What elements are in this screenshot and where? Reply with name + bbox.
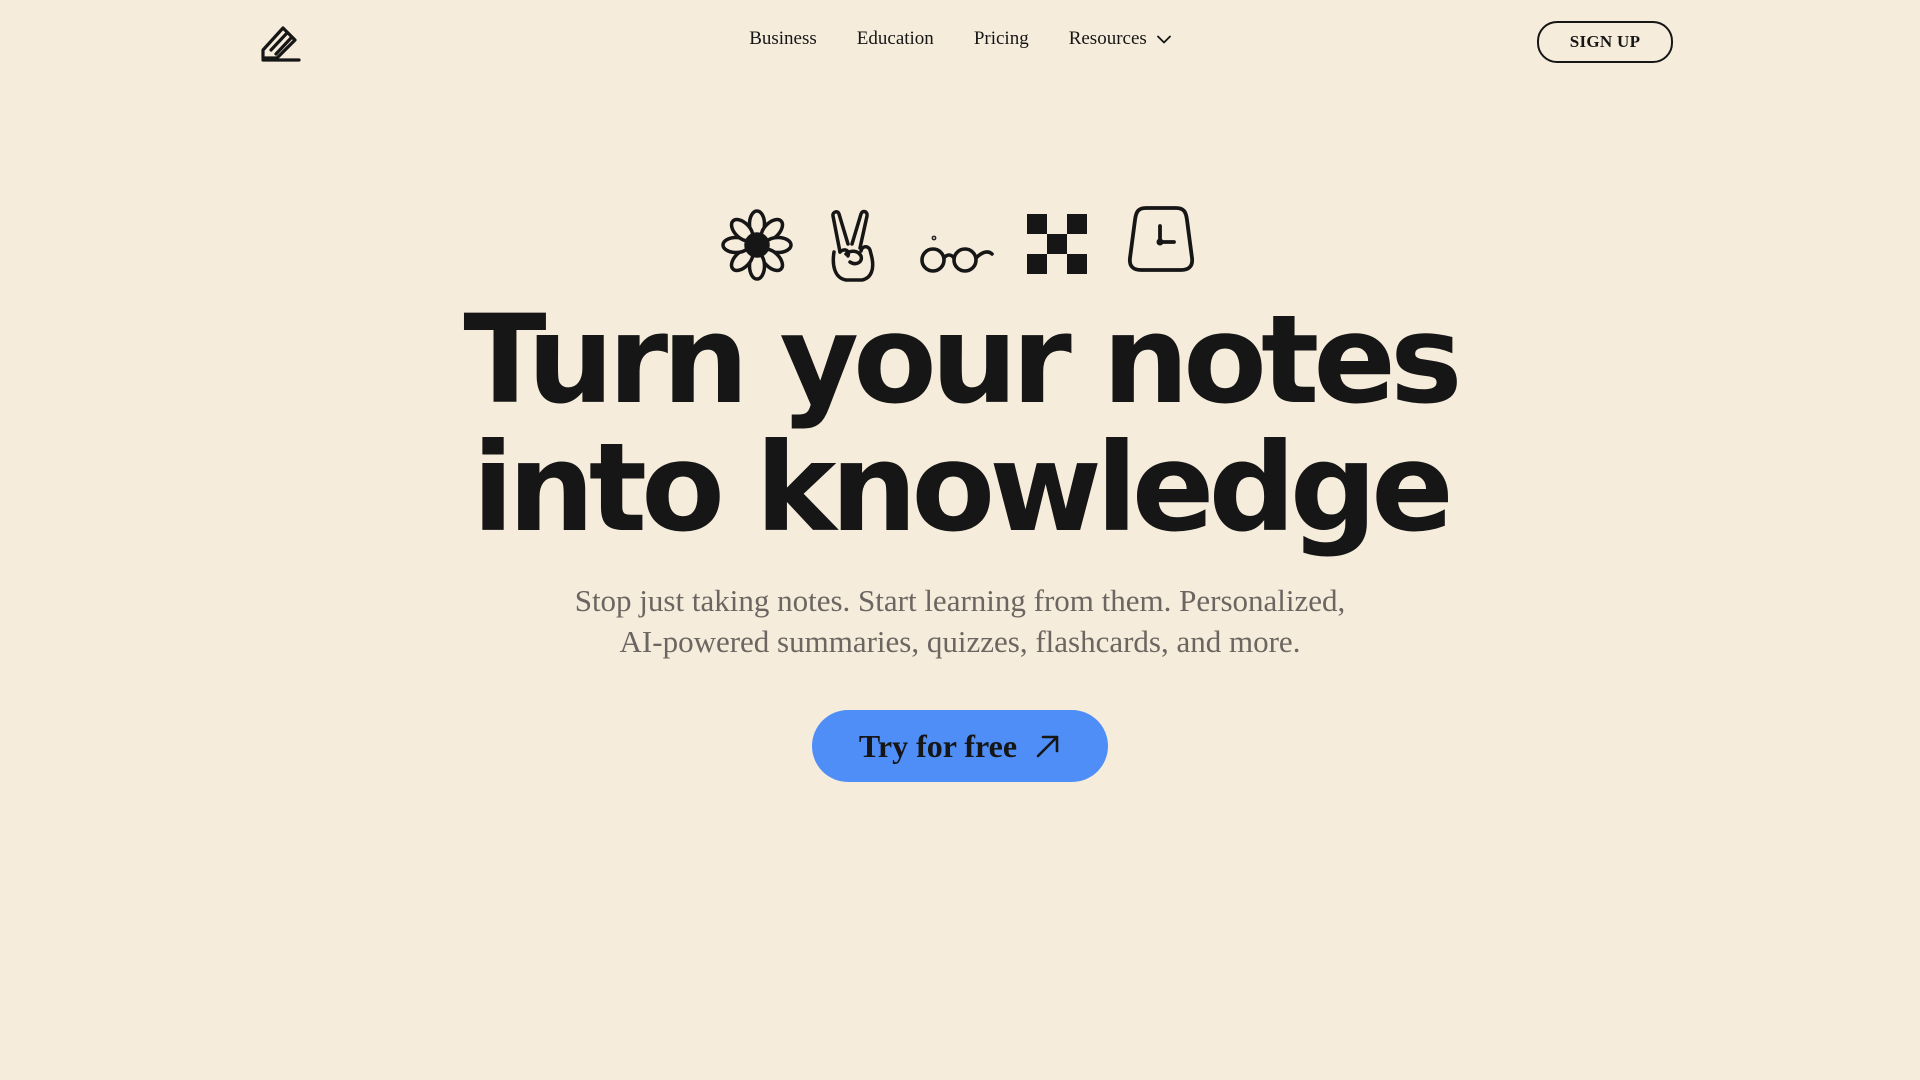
clock-icon [1127,206,1195,272]
top-navigation-bar: Business Education Pricing Resources SIG… [0,0,1920,80]
nav-item-pricing[interactable]: Pricing [974,27,1029,51]
glasses-icon [920,235,994,273]
try-for-free-button[interactable]: Try for free [812,710,1108,782]
logo-link[interactable] [259,20,301,62]
chevron-down-icon [1156,35,1171,43]
headline-line-2: into knowledge [472,417,1454,559]
hero-subtitle: Stop just taking notes. Start learning f… [460,580,1460,662]
flower-icon [721,209,793,281]
hero-headline: Turn your notes into knowledge [0,296,1920,552]
peace-hand-icon [831,209,875,282]
nav-item-label: Business [749,28,817,49]
sign-up-button[interactable]: SIGN UP [1537,21,1673,63]
cta-label: Try for free [858,727,1018,764]
hero-icon-row [0,200,1920,284]
subtitle-line-2: AI-powered summaries, quizzes, flashcard… [619,624,1301,659]
nav-item-resources[interactable]: Resources [1069,27,1171,51]
nav-item-education[interactable]: Education [857,27,934,51]
nav-item-label: Pricing [973,28,1029,49]
nav-item-label: Resources [1068,28,1147,49]
sign-up-label: SIGN UP [1569,32,1641,51]
subtitle-line-1: Stop just taking notes. Start learning f… [574,583,1346,618]
pencil-notebook-icon [261,26,301,62]
headline-line-1: Turn your notes [463,289,1462,431]
nav-item-label: Education [856,28,934,49]
checkerboard-icon [1027,214,1087,274]
arrow-up-right-icon [1036,735,1059,758]
nav-item-business[interactable]: Business [749,27,817,51]
